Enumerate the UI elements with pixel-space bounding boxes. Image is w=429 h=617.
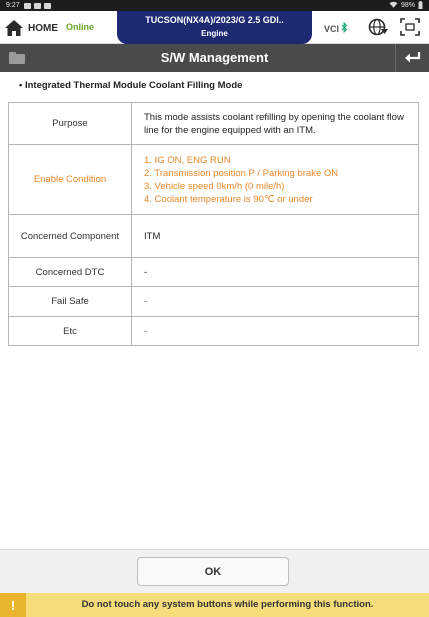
- row-value: ITM: [131, 214, 419, 258]
- home-button[interactable]: HOME: [4, 17, 58, 39]
- back-button[interactable]: [395, 44, 429, 72]
- return-arrow-icon: [404, 52, 420, 63]
- row-value: This mode assists coolant refilling by o…: [131, 102, 419, 145]
- page-title: S/W Management: [160, 50, 269, 65]
- vehicle-name: TUCSON(NX4A)/2023/G 2.5 GDI..: [145, 15, 284, 25]
- status-right: 98%: [389, 0, 423, 11]
- status-bar: 9:27 98%: [0, 0, 429, 11]
- vci-status[interactable]: VCI: [324, 21, 348, 36]
- vehicle-info: TUCSON(NX4A)/2023/G 2.5 GDI.. Engine: [117, 11, 312, 44]
- mode-title: • Integrated Thermal Module Coolant Fill…: [19, 80, 243, 91]
- app-header: HOME Online TUCSON(NX4A)/2023/G 2.5 GDI.…: [0, 11, 429, 44]
- enable-condition-list: 1. IG ON, ENG RUN 2. Transmission positi…: [131, 144, 419, 215]
- ok-button[interactable]: OK: [137, 557, 289, 586]
- mode-info-table: Purpose This mode assists coolant refill…: [8, 102, 419, 346]
- battery-icon: [418, 0, 423, 11]
- gallery-icon: [33, 2, 41, 9]
- status-time: 9:27: [6, 2, 20, 9]
- row-value: -: [131, 286, 419, 317]
- row-label: Etc: [8, 316, 132, 346]
- row-label: Fail Safe: [8, 286, 132, 317]
- row-label: Purpose: [8, 102, 132, 145]
- table-row-concerned-component: Concerned Component ITM: [8, 214, 419, 258]
- home-label: HOME: [28, 22, 58, 34]
- home-icon: [5, 20, 23, 36]
- globe-download-icon[interactable]: [367, 17, 389, 37]
- action-area: OK: [0, 549, 429, 593]
- battery-label: 98%: [400, 2, 415, 9]
- message-icon: [43, 2, 51, 9]
- warning-banner: ! Do not touch any system buttons while …: [0, 593, 429, 617]
- row-label: Concerned DTC: [8, 257, 132, 287]
- vci-label: VCI: [324, 24, 340, 34]
- table-row-concerned-dtc: Concerned DTC -: [8, 257, 419, 287]
- row-label: Concerned Component: [8, 214, 132, 258]
- notification-icon: [23, 2, 31, 9]
- table-row-enable-condition: Enable Condition 1. IG ON, ENG RUN 2. Tr…: [8, 144, 419, 215]
- row-value: -: [131, 316, 419, 346]
- connection-status: Online: [66, 22, 95, 32]
- app-screen: 9:27 98% HOME Online TUCSON(NX4A)/2023/G…: [0, 0, 429, 617]
- screen-capture-icon[interactable]: [399, 17, 421, 37]
- system-name: Engine: [201, 29, 228, 38]
- table-row-etc: Etc -: [8, 316, 419, 346]
- condition-item: 4. Coolant temperature is 90℃ or under: [144, 193, 313, 205]
- table-row-purpose: Purpose This mode assists coolant refill…: [8, 102, 419, 145]
- condition-item: 1. IG ON, ENG RUN: [144, 154, 231, 166]
- table-row-fail-safe: Fail Safe -: [8, 286, 419, 317]
- warning-text: Do not touch any system buttons while pe…: [81, 599, 374, 610]
- wifi-icon: [389, 1, 398, 10]
- condition-item: 2. Transmission position P / Parking bra…: [144, 167, 339, 179]
- condition-item: 3. Vehicle speed 0km/h (0 mile/h): [144, 180, 285, 192]
- row-value: -: [131, 257, 419, 287]
- row-label: Enable Condition: [8, 144, 132, 215]
- warning-icon: !: [0, 593, 26, 617]
- title-bar: S/W Management: [0, 44, 429, 72]
- bluetooth-icon: [341, 21, 348, 36]
